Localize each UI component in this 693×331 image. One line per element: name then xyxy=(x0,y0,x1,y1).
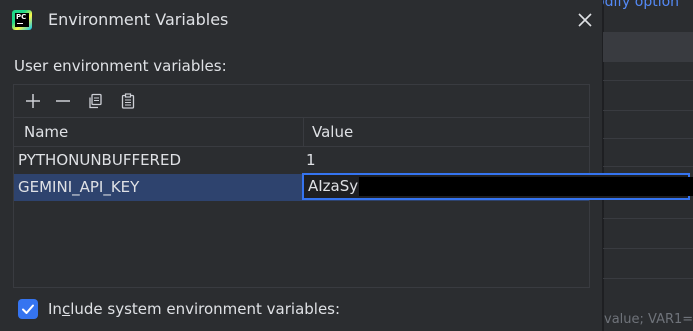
checkmark-icon xyxy=(22,304,34,314)
pycharm-logo-icon: PC xyxy=(12,10,32,30)
value-edit-field[interactable]: AIzaSy xyxy=(302,173,693,200)
background-divider xyxy=(603,278,693,279)
close-icon[interactable] xyxy=(575,10,595,30)
background-divider xyxy=(603,138,693,139)
background-toolbar xyxy=(603,32,693,62)
user-env-vars-label: User environment variables: xyxy=(14,57,227,75)
background-divider xyxy=(603,110,693,111)
include-system-vars-label: Include system environment variables: xyxy=(48,300,341,318)
variable-name: PYTHONUNBUFFERED xyxy=(18,151,182,169)
minus-icon[interactable] xyxy=(52,90,74,112)
background-divider xyxy=(603,80,693,81)
include-system-vars-checkbox[interactable] xyxy=(18,299,38,319)
table-row[interactable]: PYTHONUNBUFFERED 1 xyxy=(14,147,589,174)
variable-value: 1 xyxy=(306,151,316,169)
table-header: Name Value xyxy=(14,117,589,147)
background-divider xyxy=(603,218,693,219)
modify-options-link[interactable]: odify option xyxy=(596,0,679,10)
variable-name: GEMINI_API_KEY xyxy=(18,178,140,196)
copy-icon[interactable] xyxy=(84,90,106,112)
redacted-value xyxy=(359,177,693,196)
table-toolbar xyxy=(14,85,589,117)
background-env-hint: value; VAR1= xyxy=(604,312,693,327)
environment-variables-dialog: PC Environment Variables User environmen… xyxy=(0,0,603,331)
name-column-header[interactable]: Name xyxy=(24,123,68,141)
column-divider[interactable] xyxy=(303,118,304,146)
value-edit-text[interactable]: AIzaSy xyxy=(308,177,358,195)
paste-icon[interactable] xyxy=(117,90,139,112)
plus-icon[interactable] xyxy=(22,90,44,112)
background-divider xyxy=(603,248,693,249)
dialog-titlebar: PC Environment Variables xyxy=(0,0,603,40)
background-divider xyxy=(603,166,693,167)
dialog-title: Environment Variables xyxy=(48,10,229,29)
value-column-header[interactable]: Value xyxy=(312,123,353,141)
